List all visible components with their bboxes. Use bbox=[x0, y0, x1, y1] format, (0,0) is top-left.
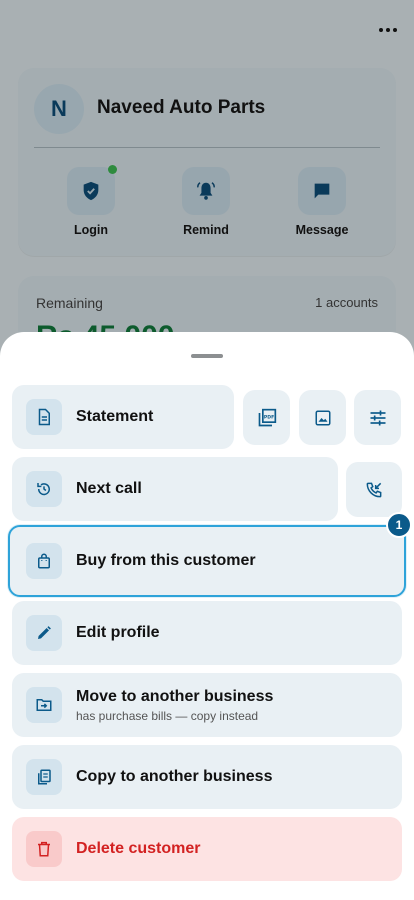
divider bbox=[34, 147, 380, 148]
delete-customer-label: Delete customer bbox=[76, 840, 201, 857]
remaining-label: Remaining bbox=[36, 295, 103, 311]
history-icon bbox=[26, 471, 62, 507]
phone-incoming-icon bbox=[364, 480, 384, 500]
avatar: N bbox=[34, 84, 84, 134]
shield-check-icon bbox=[67, 165, 117, 215]
incoming-call-button[interactable] bbox=[346, 462, 402, 517]
trash-icon bbox=[26, 831, 62, 867]
image-icon bbox=[314, 409, 332, 427]
buy-label: Buy from this customer bbox=[76, 552, 256, 569]
step-badge: 1 bbox=[386, 512, 412, 538]
filter-button[interactable] bbox=[354, 390, 401, 445]
accounts-count: 1 accounts bbox=[315, 295, 378, 310]
svg-text:PDF: PDF bbox=[263, 414, 273, 420]
edit-profile-label: Edit profile bbox=[76, 624, 160, 641]
move-business-button[interactable]: Move to another business has purchase bi… bbox=[12, 673, 402, 737]
actions-bottom-sheet: Statement PDF Next call Buy from this cu… bbox=[0, 332, 414, 900]
login-label: Login bbox=[73, 223, 108, 237]
pencil-icon bbox=[26, 615, 62, 651]
login-action[interactable]: Login bbox=[51, 165, 131, 237]
move-business-label: Move to another business bbox=[76, 687, 274, 705]
document-icon bbox=[26, 399, 62, 435]
folder-move-icon bbox=[26, 687, 62, 723]
message-action[interactable]: Message bbox=[282, 167, 362, 237]
next-call-label: Next call bbox=[76, 480, 142, 497]
more-vertical-icon[interactable] bbox=[376, 18, 400, 42]
sliders-icon bbox=[368, 408, 388, 428]
copy-icon bbox=[26, 759, 62, 795]
customer-name: Naveed Auto Parts bbox=[97, 97, 266, 118]
bell-ring-icon bbox=[182, 167, 230, 215]
message-label: Message bbox=[295, 223, 349, 237]
pdf-icon: PDF bbox=[257, 408, 277, 428]
move-business-note: has purchase bills — copy instead bbox=[76, 708, 259, 723]
delete-customer-button[interactable]: Delete customer bbox=[12, 817, 402, 881]
copy-business-label: Copy to another business bbox=[76, 768, 273, 785]
buy-from-customer-button[interactable]: Buy from this customer bbox=[8, 525, 406, 597]
sheet-drag-handle[interactable] bbox=[191, 354, 223, 358]
next-call-button[interactable]: Next call bbox=[12, 457, 338, 521]
remind-action[interactable]: Remind bbox=[166, 167, 246, 237]
pdf-button[interactable]: PDF bbox=[243, 390, 290, 445]
statement-label: Statement bbox=[76, 408, 154, 425]
statement-button[interactable]: Statement bbox=[12, 385, 234, 449]
remind-label: Remind bbox=[183, 223, 229, 237]
shopping-bag-icon bbox=[26, 543, 62, 579]
online-dot bbox=[108, 165, 117, 174]
image-button[interactable] bbox=[299, 390, 346, 445]
chat-icon bbox=[298, 167, 346, 215]
copy-business-button[interactable]: Copy to another business bbox=[12, 745, 402, 809]
customer-card: N Naveed Auto Parts Login Remind Message bbox=[18, 68, 396, 256]
edit-profile-button[interactable]: Edit profile bbox=[12, 601, 402, 665]
